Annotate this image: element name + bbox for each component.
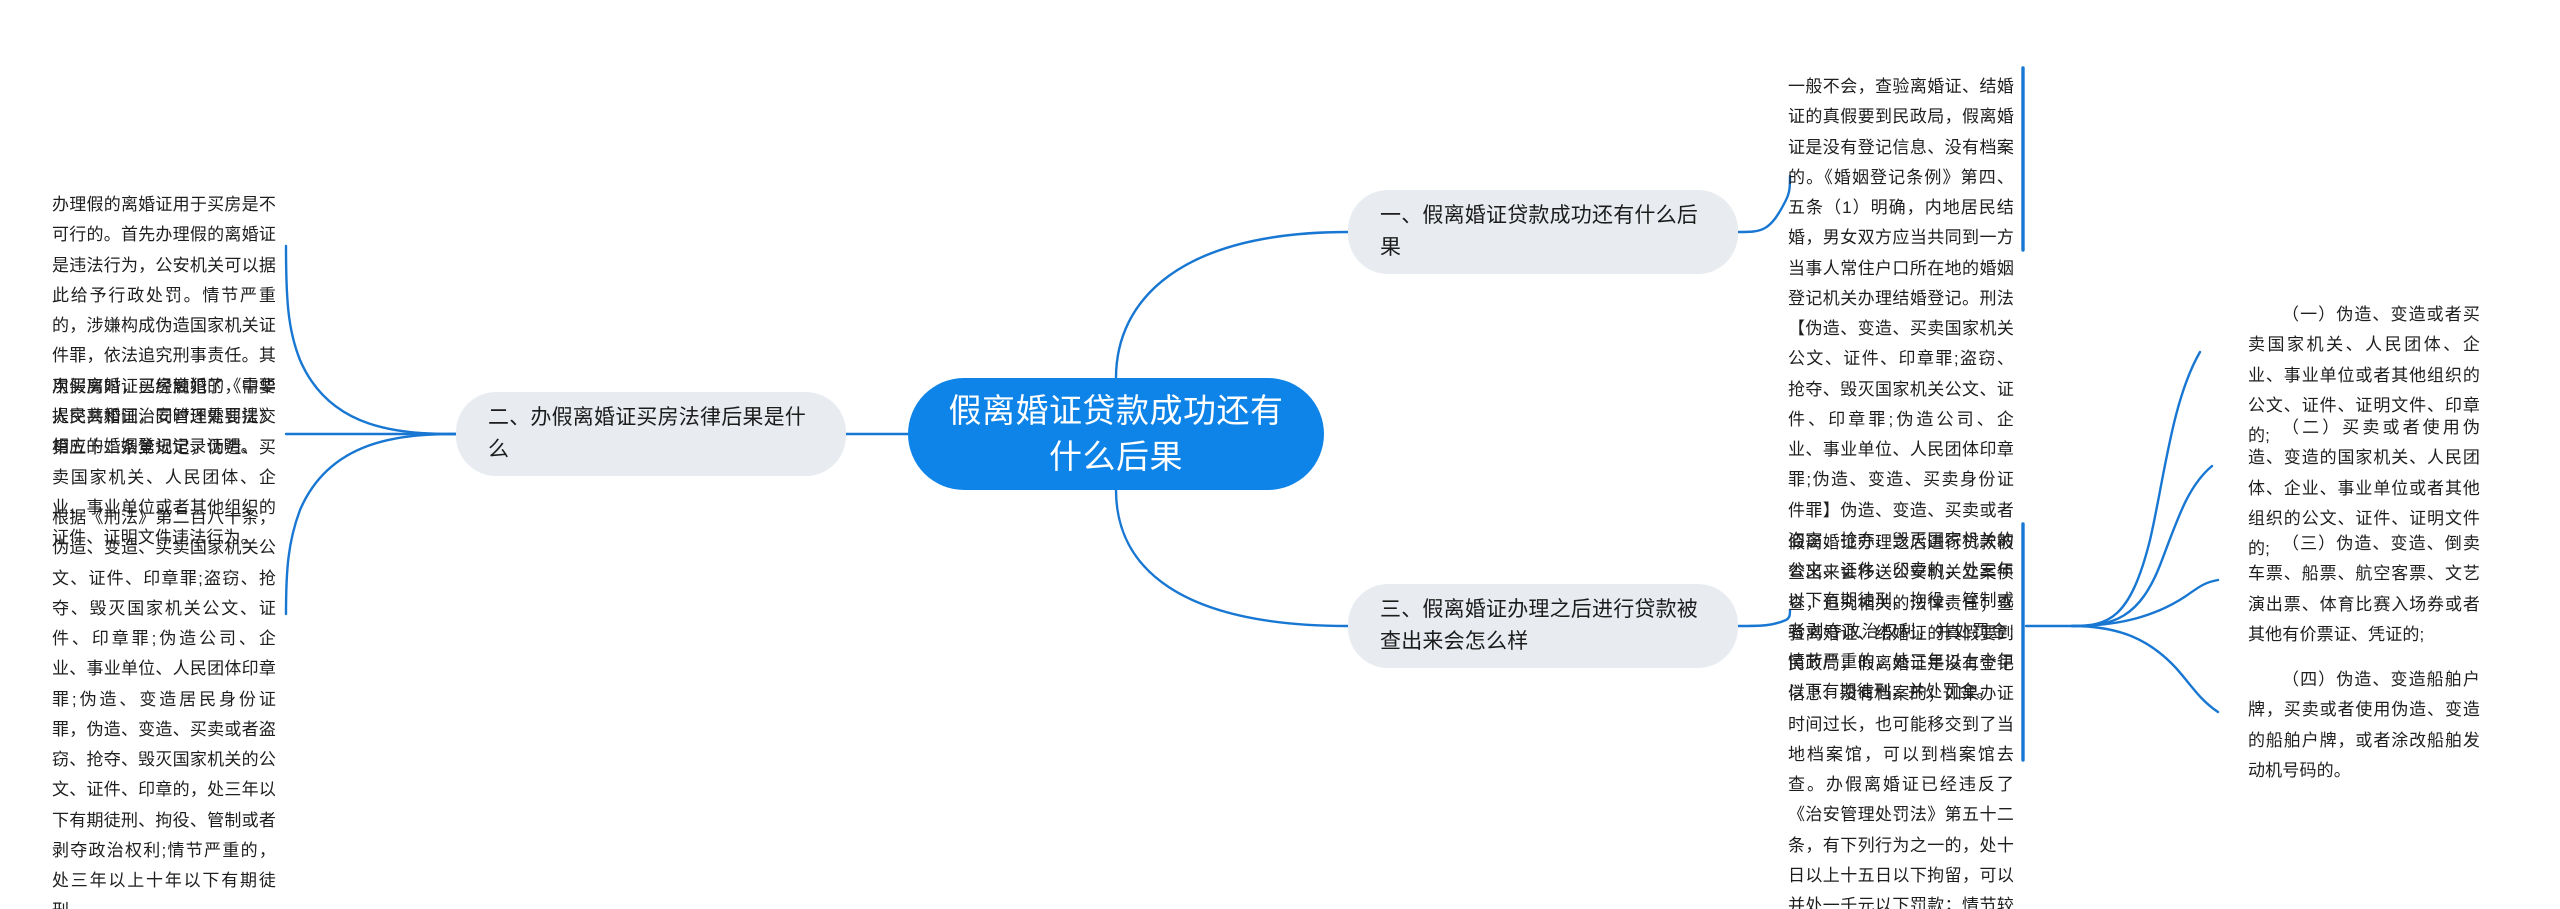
leaf-text-right-2: 假离婚证办理之后进行贷款被查出来会移送公安机关立案侦查，追究相关的法律责任；查验…	[1788, 533, 2014, 909]
connector-branch2-leaf-l3	[284, 432, 458, 616]
branch-node-3[interactable]: 三、假离婚证办理之后进行贷款被查出来会怎么样	[1348, 584, 1738, 668]
connector-subleaf-4	[2070, 624, 2220, 714]
connector-branch1-leaf-r1	[1736, 174, 1792, 234]
subleaf-text-4: （四）伪造、变造船舶户牌，买卖或者使用伪造、变造的船舶户牌，或者涂改船舶发动机号…	[2248, 670, 2480, 780]
connector-branch2-leaf-l1	[284, 244, 458, 436]
mindmap-canvas: 假离婚证贷款成功还有什么后果 一、假离婚证贷款成功还有什么后果 二、办假离婚证买…	[0, 0, 2560, 909]
branch-node-2[interactable]: 二、办假离婚证买房法律后果是什么	[456, 392, 846, 476]
connector-root-branch3	[1114, 488, 1350, 628]
connector-root-branch1	[1114, 230, 1350, 380]
subleaf-text-3: （三）伪造、变造、倒卖车票、船票、航空客票、文艺演出票、体育比赛入场券或者其他有…	[2248, 534, 2480, 644]
connector-subleaf-2	[2070, 464, 2214, 628]
branch-node-2-label: 二、办假离婚证买房法律后果是什么	[488, 406, 806, 461]
branch-node-1[interactable]: 一、假离婚证贷款成功还有什么后果	[1348, 190, 1738, 274]
branch-node-3-label: 三、假离婚证办理之后进行贷款被查出来会怎么样	[1380, 598, 1698, 653]
connector-subleaf-3	[2070, 578, 2220, 628]
root-node[interactable]: 假离婚证贷款成功还有什么后果	[908, 378, 1324, 490]
branch-node-1-label: 一、假离婚证贷款成功还有什么后果	[1380, 204, 1698, 259]
connector-subleaf-1	[2070, 350, 2202, 628]
leaf-text-left-3: 根据《刑法》第二百八十条，伪造、变造、买卖国家机关公文、证件、印章罪;盗窃、抢夺…	[52, 508, 276, 909]
root-node-label: 假离婚证贷款成功还有什么后果	[948, 392, 1284, 475]
connector-branch3-leaf-r2	[1736, 608, 1792, 628]
